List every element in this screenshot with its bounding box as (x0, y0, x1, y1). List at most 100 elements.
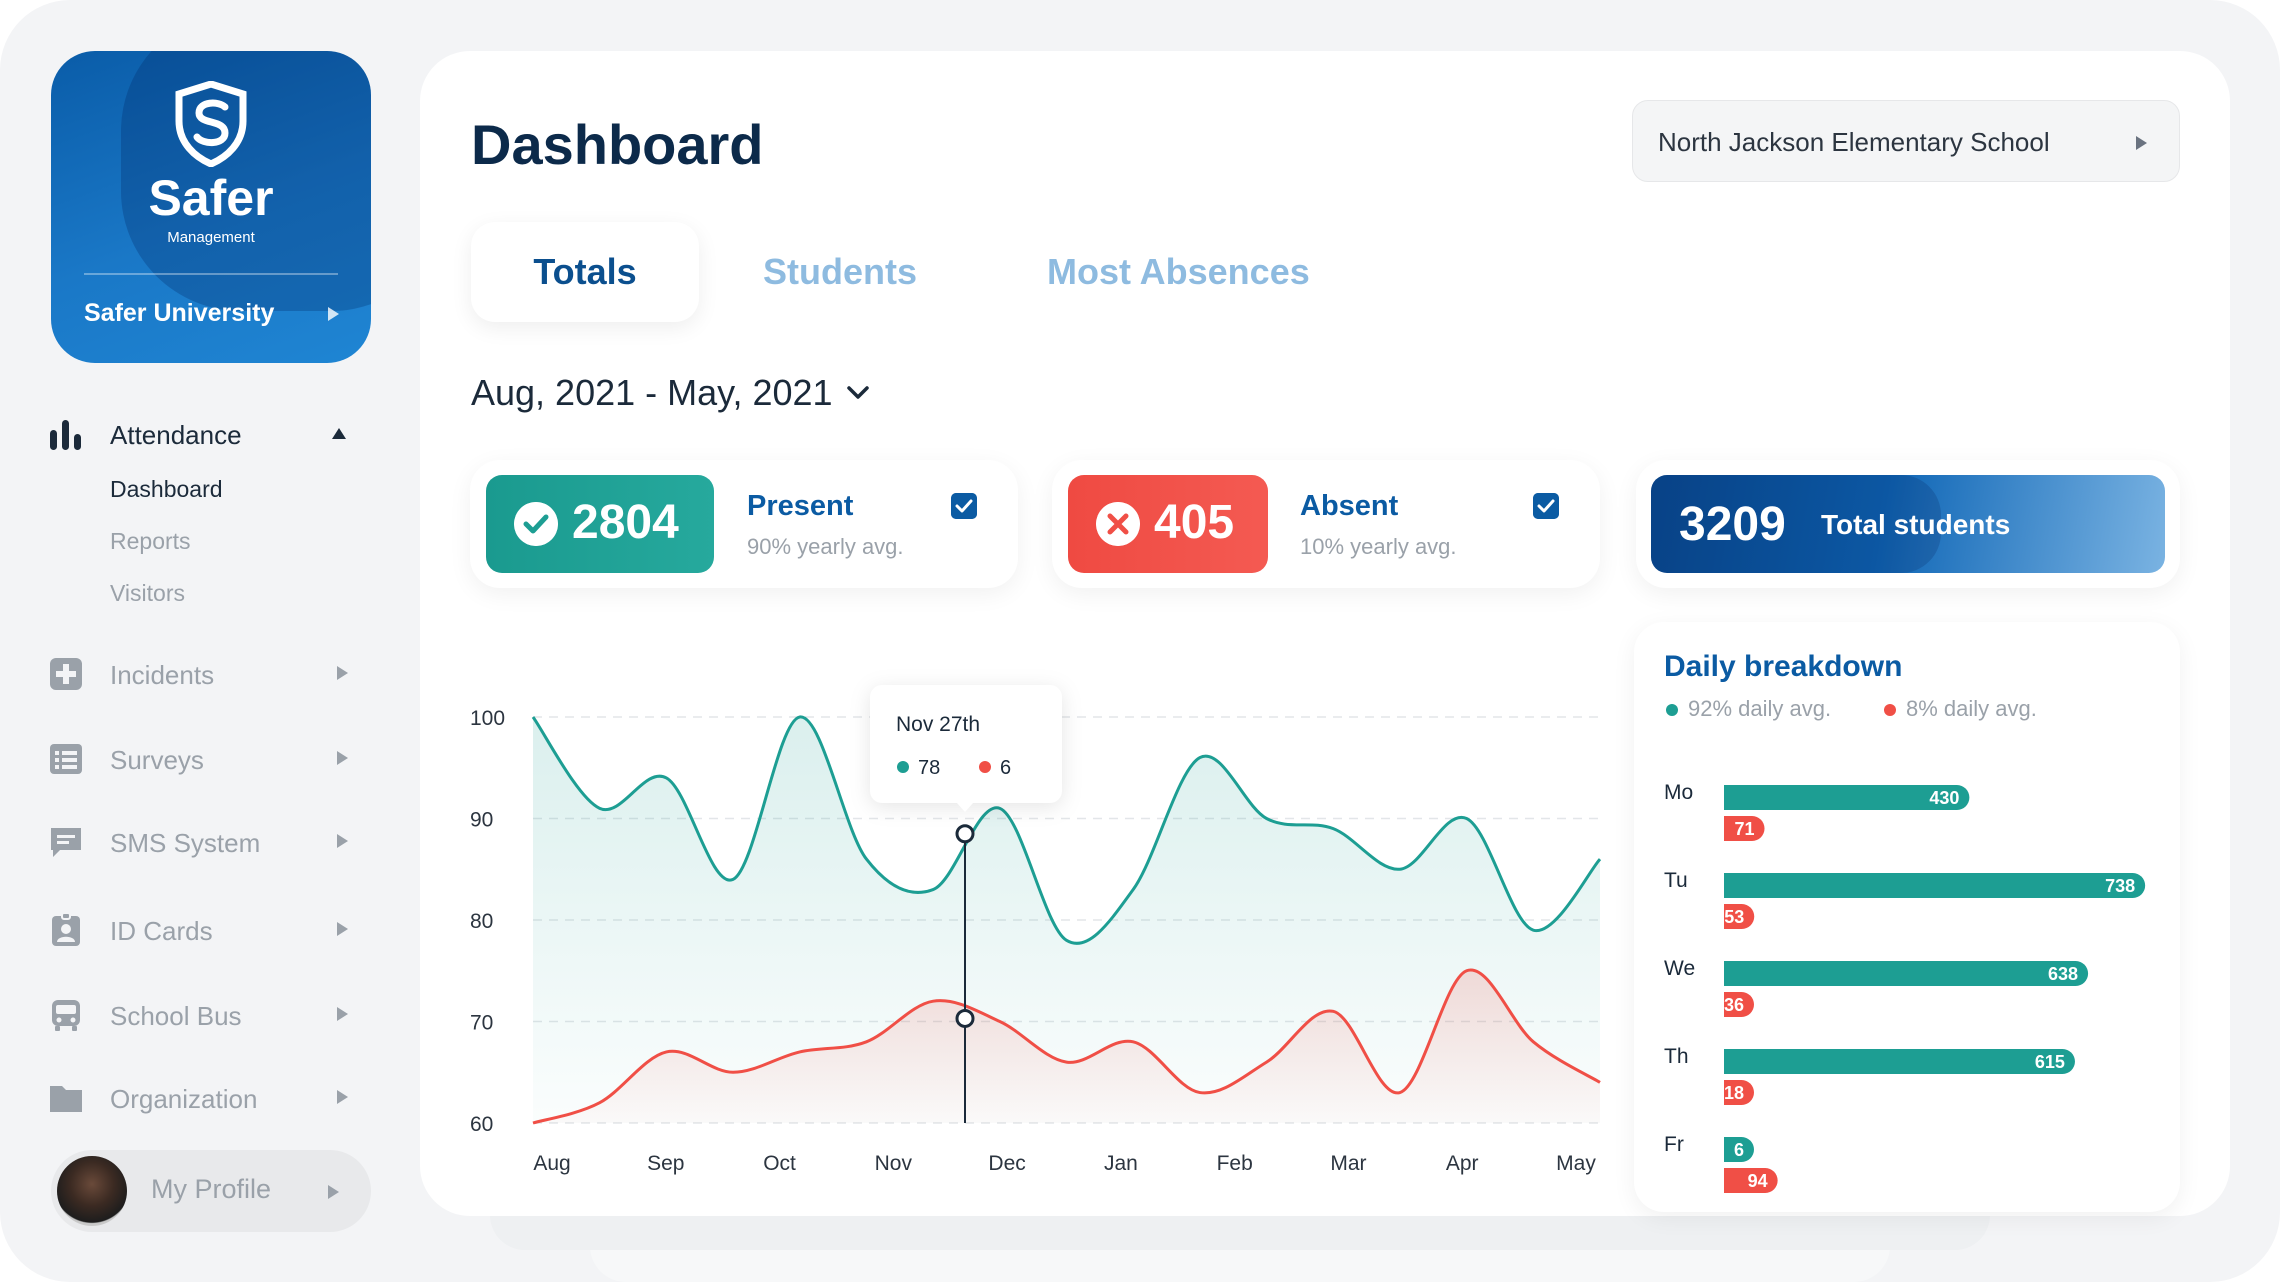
sidebar-item-sms-system[interactable]: SMS System (48, 820, 348, 864)
present-card[interactable]: 2804 Present 90% yearly avg. (470, 460, 1018, 588)
present-value: 2804 (572, 496, 679, 549)
x-tick-label: Mar (1330, 1152, 1366, 1175)
sidebar-item-id-cards[interactable]: ID Cards (48, 908, 348, 952)
subnav-dashboard[interactable]: Dashboard (110, 476, 223, 503)
total-label: Total students (1821, 509, 2011, 540)
org-name: Safer University (84, 299, 275, 327)
y-tick-label: 90 (470, 809, 493, 832)
y-tick-label: 100 (470, 707, 505, 730)
absent-pill: 405 (1068, 475, 1268, 573)
attendance-line-chart[interactable]: 60 70 80 90 100 Aug Sep Oct Nov Dec Jan Feb Mar Apr Ma… (460, 640, 1620, 1200)
bar-value-label: 430 (1929, 788, 1959, 808)
expand-icon (337, 751, 348, 765)
tooltip-present-dot (897, 761, 909, 773)
subnav-reports[interactable]: Reports (110, 528, 191, 555)
sidebar-item-label: ID Cards (110, 916, 213, 946)
absent-value: 405 (1154, 496, 1235, 549)
sidebar-item-organization[interactable]: Organization (48, 1076, 348, 1120)
expand-icon (337, 1007, 348, 1021)
sidebar-item-surveys[interactable]: Surveys (48, 737, 348, 781)
page-title: Dashboard (471, 113, 764, 176)
tooltip-title: Nov 27th (896, 713, 980, 736)
present-bar-edge (1724, 873, 1738, 898)
expand-icon (328, 1185, 339, 1199)
total-students-card[interactable]: 3209 Total students (1636, 460, 2180, 588)
x-tick-label: Jan (1104, 1152, 1138, 1175)
x-tick-label: Oct (763, 1152, 796, 1175)
sidebar-item-label: Surveys (110, 745, 204, 775)
hover-point-absent (955, 1008, 975, 1028)
profile-label: My Profile (151, 1174, 272, 1204)
sidebar-item-label: Organization (110, 1084, 258, 1114)
absent-label: Absent (1300, 490, 1399, 522)
school-selector[interactable]: North Jackson Elementary School (1632, 100, 2180, 182)
present-bar (1724, 961, 2089, 986)
present-bar (1724, 1049, 2075, 1074)
sidebar-item-label: Attendance (110, 420, 242, 450)
bar-value-label: 18 (1724, 1083, 1744, 1103)
bar-value-label: 638 (2048, 964, 2078, 984)
sidebar-item-attendance[interactable]: Attendance (48, 412, 348, 456)
tooltip-pointer (957, 803, 973, 812)
date-range-selector[interactable]: Aug, 2021 - May, 2021 (471, 372, 833, 414)
x-tick-label: May (1556, 1152, 1596, 1175)
present-bar-edge (1724, 1049, 1738, 1074)
bar-value-label: 53 (1724, 907, 1744, 927)
daily-breakdown-chart: Mo 430 71 Tu 738 53 We 638 36 Th 615 18 Fr 694 (1664, 781, 2146, 1193)
sidebar-item-label: School Bus (110, 1001, 242, 1031)
day-label: Fr (1664, 1133, 1684, 1156)
x-circle-icon (1096, 502, 1140, 546)
sidebar-item-incidents[interactable]: Incidents (48, 652, 348, 696)
sidebar-item-school-bus[interactable]: School Bus (48, 993, 348, 1037)
expand-icon (337, 922, 348, 936)
school-name: North Jackson Elementary School (1658, 127, 2050, 157)
absent-card[interactable]: 405 Absent 10% yearly avg. (1052, 460, 1600, 588)
present-label: Present (747, 490, 854, 522)
y-tick-label: 70 (470, 1012, 493, 1035)
my-profile-button[interactable]: My Profile (51, 1150, 371, 1232)
org-arrow-icon (328, 307, 339, 321)
present-bar-edge (1724, 785, 1738, 810)
list-icon (50, 744, 82, 774)
tab-totals[interactable]: Totals (471, 222, 699, 322)
x-tick-label: Aug (533, 1152, 570, 1175)
day-label: We (1664, 957, 1695, 980)
sidebar-item-label: Incidents (110, 660, 215, 690)
x-tick-label: Dec (988, 1152, 1025, 1175)
bar-value-label: 36 (1724, 995, 1744, 1015)
absent-checkbox-icon[interactable] (1533, 493, 1559, 519)
expand-icon (337, 1090, 348, 1104)
tooltip-absent-value: 6 (1000, 757, 1011, 779)
expand-icon (337, 834, 348, 848)
bar-value-label: 94 (1748, 1171, 1768, 1191)
tab-students[interactable]: Students (763, 222, 917, 322)
brand-name: Safer (148, 170, 274, 226)
brand-subtitle: Management (167, 229, 255, 246)
present-checkbox-icon[interactable] (951, 493, 977, 519)
y-tick-label: 60 (470, 1113, 493, 1136)
subnav-visitors[interactable]: Visitors (110, 580, 185, 607)
id-badge-icon (52, 912, 80, 946)
tab-most-absences[interactable]: Most Absences (1047, 222, 1310, 322)
medical-cross-icon (50, 658, 82, 690)
absent-bar-edge (1724, 1168, 1738, 1193)
chat-icon (51, 828, 81, 857)
hover-point-present (955, 824, 975, 844)
bar-value-label: 6 (1734, 1140, 1744, 1160)
chevron-right-icon (2136, 136, 2147, 150)
bar-value-label: 738 (2105, 876, 2135, 896)
bar-value-label: 615 (2035, 1052, 2065, 1072)
check-circle-icon (514, 502, 558, 546)
y-tick-label: 80 (470, 910, 493, 933)
tooltip-absent-dot (979, 761, 991, 773)
sidebar-item-label: SMS System (110, 828, 261, 858)
chevron-down-icon[interactable] (846, 385, 870, 401)
avatar (57, 1156, 127, 1226)
bus-icon (52, 1000, 80, 1031)
tooltip-box (870, 685, 1062, 803)
present-pill: 2804 (486, 475, 714, 573)
expand-icon (337, 666, 348, 680)
total-band: 3209 Total students (1651, 475, 2165, 573)
brand-card[interactable]: Safer Management Safer University (51, 51, 371, 363)
day-label: Mo (1664, 781, 1693, 804)
